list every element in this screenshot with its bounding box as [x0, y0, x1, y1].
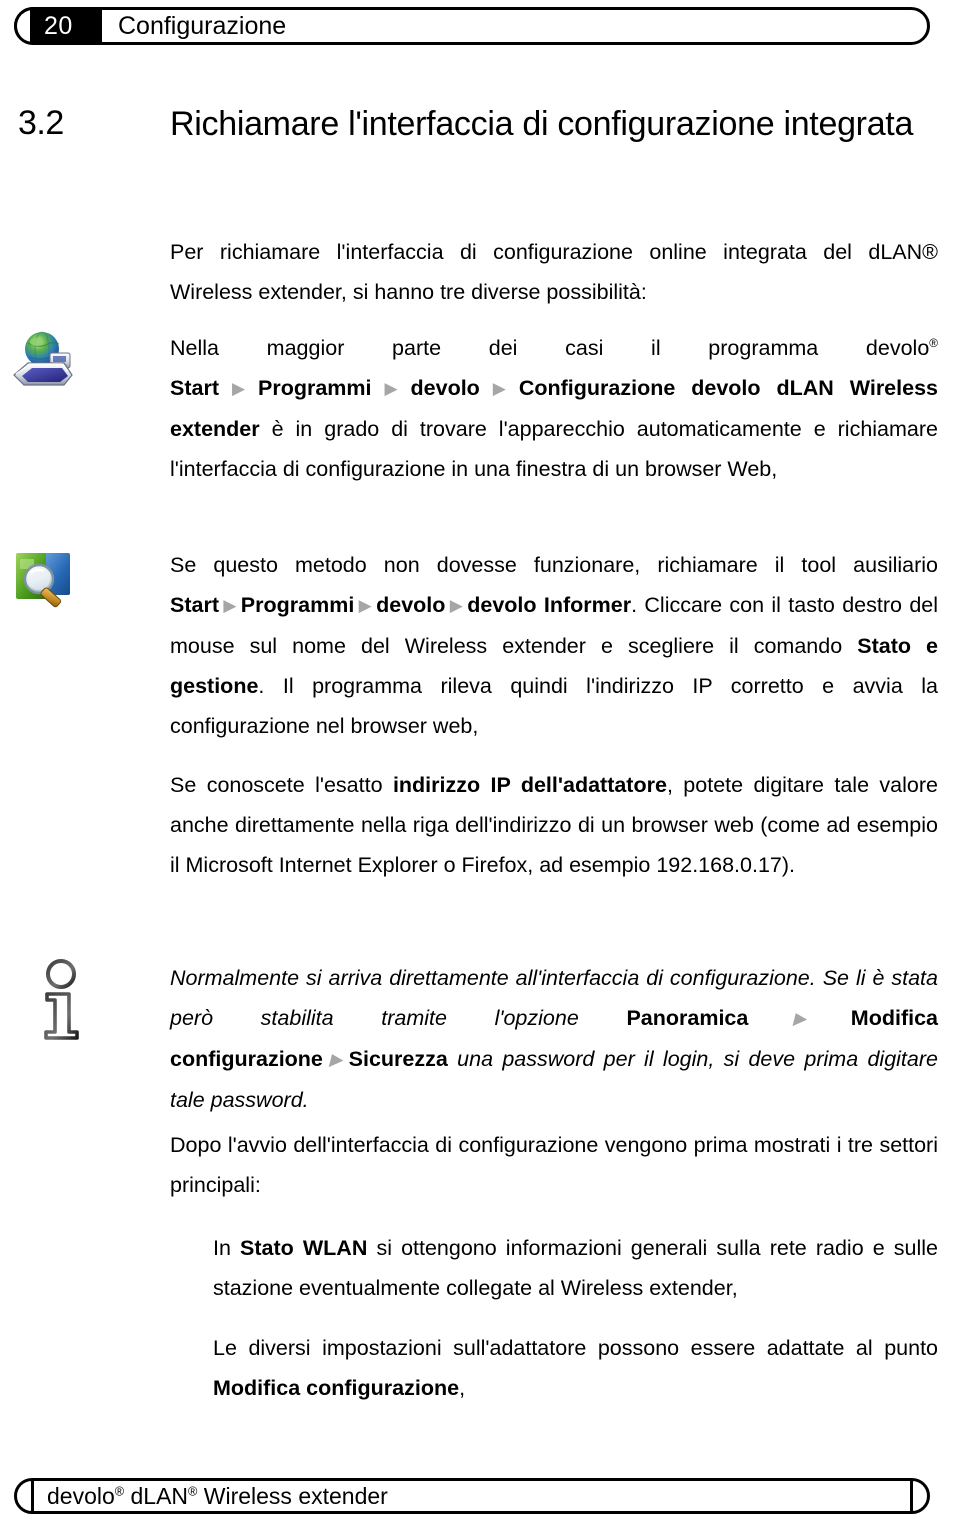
menu-separator-arrow-icon: ▶: [751, 1009, 848, 1028]
block-0-text: Nella maggior parte dei casi il programm…: [170, 328, 938, 489]
note-paragraph-rich: Normalmente si arriva direttamente all'i…: [170, 958, 938, 1120]
paragraph-rich: Se questo metodo non dovesse funzionare,…: [170, 545, 938, 746]
paragraph-rich: Le diversi impostazioni sull'adattatore …: [213, 1328, 938, 1408]
registered-mark: ®: [929, 335, 938, 350]
note-block-text: Normalmente si arriva direttamente all'i…: [170, 958, 938, 1120]
footer-product: dLAN: [130, 1483, 189, 1509]
paragraph-rich: In Stato WLAN si ottengono informazioni …: [213, 1228, 938, 1308]
closing-lead: Dopo l'avvio dell'interfaccia di configu…: [170, 1133, 938, 1197]
emphasis-term: devolo: [410, 376, 480, 400]
emphasis-term: indirizzo IP dell'adattatore: [392, 773, 667, 797]
info-i-icon: [28, 958, 100, 1040]
footer-right-cap-bar: [910, 1481, 913, 1511]
emphasis-term: Start: [170, 593, 219, 617]
emphasis-term: devolo: [376, 593, 446, 617]
block-1-text: Se questo metodo non dovesse funzionare,…: [170, 545, 938, 746]
body-text: ,: [459, 1376, 466, 1400]
footer-suffix: Wireless extender: [203, 1483, 388, 1509]
body-text: . Il programma rileva quindi l'indirizzo…: [170, 674, 938, 738]
menu-separator-arrow-icon: ▶: [374, 379, 408, 398]
paragraph-rich: Se conoscete l'esatto indirizzo IP dell'…: [170, 765, 938, 885]
body-text: Le diversi impostazioni sull'adattatore …: [213, 1336, 938, 1360]
footer-left-cap-bar: [31, 1481, 34, 1511]
body-text: Nella maggior parte dei casi il programm…: [170, 336, 930, 360]
emphasis-term: Stato WLAN: [240, 1236, 368, 1260]
page-title: Configurazione: [118, 12, 287, 40]
page-header: 20 Configurazione: [14, 7, 930, 45]
section-intro-paragraph: Per richiamare l'interfaccia di configur…: [170, 232, 938, 312]
body-text: In: [213, 1236, 241, 1260]
emphasis-term: Programmi: [240, 593, 355, 617]
closing-item-1: Le diversi impostazioni sull'adattatore …: [213, 1328, 938, 1408]
footer-reg-1: ®: [114, 1484, 125, 1499]
header-left-cap-bar: [30, 10, 42, 42]
body-text: è in grado di trovare l'apparecchio auto…: [170, 417, 938, 481]
footer-reg-2: ®: [188, 1484, 198, 1499]
intro-text: Per richiamare l'interfaccia di configur…: [170, 240, 938, 304]
menu-separator-arrow-icon: ▶: [357, 596, 374, 615]
footer-brand: devolo: [47, 1483, 115, 1509]
menu-separator-arrow-icon: ▶: [482, 379, 516, 398]
emphasis-term: Panoramica: [626, 1006, 749, 1030]
emphasis-term: Modifica configurazione: [213, 1376, 460, 1400]
menu-separator-arrow-icon: ▶: [221, 379, 255, 398]
section-number: 3.2: [18, 104, 64, 142]
emphasis-term: Programmi: [258, 376, 372, 400]
informer-magnifier-icon: [8, 543, 80, 615]
closing-item-0: In Stato WLAN si ottengono informazioni …: [213, 1228, 938, 1308]
emphasis-term: devolo Informer: [467, 593, 632, 617]
footer-brand-line: devolo® dLAN® Wireless extender: [47, 1478, 388, 1514]
body-text: Se conoscete l'esatto: [170, 773, 393, 797]
page-number: 20: [44, 12, 73, 40]
page-footer: devolo® dLAN® Wireless extender: [14, 1478, 930, 1514]
block-2-text: Se conoscete l'esatto indirizzo IP dell'…: [170, 765, 938, 885]
section-title: Richiamare l'interfaccia di configurazio…: [170, 105, 914, 143]
emphasis-term: Sicurezza: [348, 1047, 448, 1071]
menu-separator-arrow-icon: ▶: [221, 596, 238, 615]
body-text: Se questo metodo non dovesse funzionare,…: [170, 553, 938, 577]
menu-separator-arrow-icon: ▶: [448, 596, 465, 615]
closing-lead-text: Dopo l'avvio dell'interfaccia di configu…: [170, 1125, 938, 1205]
globe-network-icon: [8, 327, 80, 399]
paragraph-rich: Nella maggior parte dei casi il programm…: [170, 328, 938, 489]
emphasis-term: Start: [170, 376, 219, 400]
menu-separator-arrow-icon: ▶: [325, 1050, 346, 1069]
